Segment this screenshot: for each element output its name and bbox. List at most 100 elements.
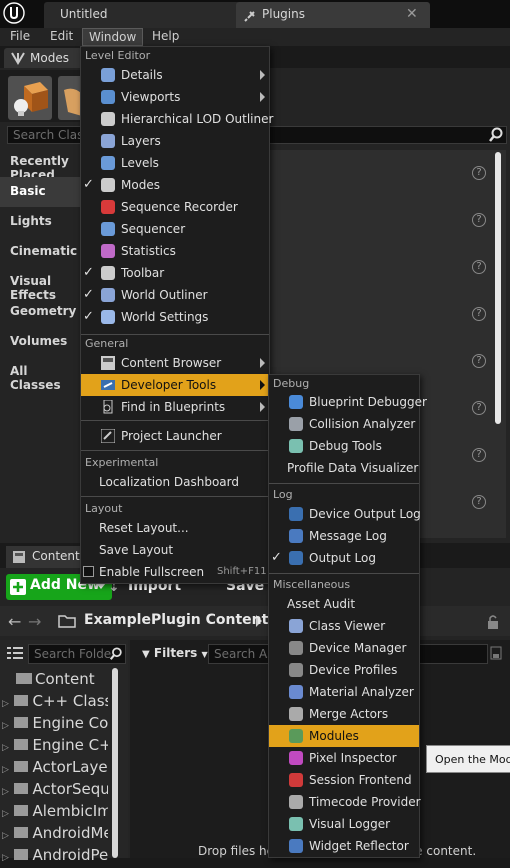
- menu-item-modes[interactable]: ✓ Modes: [81, 174, 269, 196]
- terminal-icon: [289, 551, 303, 565]
- category-recently-placed[interactable]: Recently Placed: [0, 147, 82, 182]
- category-cinematic[interactable]: Cinematic: [0, 237, 82, 267]
- menu-item-save-layout[interactable]: Save Layout: [81, 539, 269, 561]
- tree-item-engine-cpp[interactable]: ▷ Engine C++ Classes: [2, 736, 108, 758]
- category-volumes[interactable]: Volumes: [0, 327, 82, 357]
- menu-item-content-browser[interactable]: Content Browser: [81, 352, 269, 374]
- sources-panel-icon[interactable]: [6, 646, 24, 662]
- record-icon: [101, 200, 115, 214]
- tree-item-content[interactable]: Content: [2, 670, 108, 692]
- menu-item-statistics[interactable]: Statistics: [81, 240, 269, 262]
- tree-item-android-permission[interactable]: ▷ AndroidPermission: [2, 846, 108, 868]
- menu-item-world-settings[interactable]: ✓ World Settings: [81, 306, 269, 328]
- menu-label: Find in Blueprints: [121, 400, 226, 414]
- menu-item-levels[interactable]: Levels: [81, 152, 269, 174]
- help-icon[interactable]: ?: [472, 495, 486, 509]
- menu-item-class-viewer[interactable]: Class Viewer: [269, 615, 419, 637]
- menu-item-message-log[interactable]: Message Log: [269, 525, 419, 547]
- menu-item-merge-actors[interactable]: Merge Actors: [269, 703, 419, 725]
- back-icon[interactable]: ←: [8, 612, 21, 631]
- menu-item-sequencer[interactable]: Sequencer: [81, 218, 269, 240]
- tab-plugins[interactable]: Plugins ✕: [236, 2, 430, 28]
- menu-item-project-launcher[interactable]: Project Launcher: [81, 425, 269, 447]
- menu-item-device-output-log[interactable]: Device Output Log: [269, 503, 421, 525]
- search-folders-input[interactable]: Search Folders: [28, 644, 126, 664]
- tree-item-android-media[interactable]: ▷ AndroidMedia: [2, 824, 108, 846]
- menu-item-device-manager[interactable]: Device Manager: [269, 637, 419, 659]
- toolbar-icon: [101, 266, 115, 280]
- menu-item-details[interactable]: Details: [81, 64, 269, 86]
- menu-edit[interactable]: Edit: [44, 28, 79, 46]
- menu-item-output-log[interactable]: ✓ Output Log: [269, 547, 419, 569]
- paint-mode-button[interactable]: [58, 76, 82, 120]
- scrollbar[interactable]: [112, 668, 118, 858]
- menu-item-asset-audit[interactable]: Asset Audit: [269, 593, 419, 615]
- category-lights[interactable]: Lights: [0, 207, 82, 237]
- menu-item-pixel-inspector[interactable]: Pixel Inspector: [269, 747, 419, 769]
- search-icon[interactable]: [488, 127, 504, 143]
- help-icon[interactable]: ?: [472, 307, 486, 321]
- menu-item-hierarchical-lod-outliner[interactable]: Hierarchical LOD Outliner: [81, 108, 273, 130]
- session-frontend-icon: [289, 773, 303, 787]
- tree-item-alembic[interactable]: ▷ AlembicImporter: [2, 802, 108, 824]
- menu-item-layers[interactable]: Layers: [81, 130, 269, 152]
- tree-label: Engine Content: [32, 714, 108, 732]
- tab-untitled[interactable]: Untitled: [44, 2, 240, 28]
- menu-item-session-frontend[interactable]: Session Frontend: [269, 769, 419, 791]
- menu-item-visual-logger[interactable]: Visual Logger: [269, 813, 419, 835]
- menu-label: Message Log: [309, 529, 387, 543]
- tree-item-actor-sequence[interactable]: ▷ ActorSequence: [2, 780, 108, 802]
- fullscreen-checkbox[interactable]: [83, 566, 94, 577]
- levels-icon: [101, 156, 115, 170]
- menu-item-blueprint-debugger[interactable]: Blueprint Debugger: [269, 391, 427, 413]
- forward-icon[interactable]: →: [28, 612, 41, 631]
- place-mode-button[interactable]: [8, 76, 52, 120]
- section-miscellaneous: Miscellaneous: [273, 578, 351, 591]
- menu-item-timecode-provider[interactable]: Timecode Provider: [269, 791, 421, 813]
- help-icon[interactable]: ?: [472, 448, 486, 462]
- category-all-classes[interactable]: All Classes: [0, 357, 82, 392]
- menu-item-profile-data-visualizer[interactable]: Profile Data Visualizer: [269, 457, 419, 479]
- tree-label: Engine C++ Classes: [32, 736, 108, 754]
- help-icon[interactable]: ?: [472, 354, 486, 368]
- tree-item-cpp-classes[interactable]: ▷ C++ Classes: [2, 692, 108, 714]
- tree-item-engine-content[interactable]: ▷ Engine Content: [2, 714, 108, 736]
- help-icon[interactable]: ?: [472, 260, 486, 274]
- menu-item-viewports[interactable]: Viewports: [81, 86, 269, 108]
- menu-file[interactable]: File: [4, 28, 36, 46]
- category-geometry[interactable]: Geometry: [0, 297, 82, 327]
- menu-item-localization-dashboard[interactable]: Localization Dashboard: [81, 471, 269, 493]
- lock-icon[interactable]: [486, 614, 500, 630]
- tree-item-actor-layer[interactable]: ▷ ActorLayerUtilities: [2, 758, 108, 780]
- menu-label: Modes: [121, 178, 160, 192]
- menu-item-reset-layout[interactable]: Reset Layout...: [81, 517, 269, 539]
- menu-item-find-in-blueprints[interactable]: Find in Blueprints: [81, 396, 269, 418]
- menu-window[interactable]: Window: [82, 28, 144, 46]
- help-icon[interactable]: ?: [472, 213, 486, 227]
- menu-help[interactable]: Help: [146, 28, 185, 46]
- menu-item-world-outliner[interactable]: ✓ World Outliner: [81, 284, 269, 306]
- unreal-logo-icon[interactable]: [3, 2, 25, 24]
- category-basic[interactable]: Basic: [0, 177, 82, 207]
- menu-label: Blueprint Debugger: [309, 395, 427, 409]
- modes-tab[interactable]: Modes: [4, 48, 82, 68]
- breadcrumb[interactable]: ExamplePlugin Content: [84, 612, 268, 628]
- menu-item-widget-reflector[interactable]: Widget Reflector: [269, 835, 419, 857]
- menu-item-enable-fullscreen[interactable]: Enable Fullscreen Shift+F11: [81, 561, 269, 583]
- category-visual-effects[interactable]: Visual Effects: [0, 267, 82, 302]
- help-icon[interactable]: ?: [472, 401, 486, 415]
- menu-item-debug-tools[interactable]: Debug Tools: [269, 435, 419, 457]
- menu-item-toolbar[interactable]: ✓ Toolbar: [81, 262, 269, 284]
- menu-item-collision-analyzer[interactable]: Collision Analyzer: [269, 413, 419, 435]
- save-search-icon[interactable]: [490, 646, 502, 660]
- scrollbar[interactable]: [495, 152, 501, 424]
- menu-item-device-profiles[interactable]: Device Profiles: [269, 659, 419, 681]
- menu-item-material-analyzer[interactable]: Material Analyzer: [269, 681, 419, 703]
- menu-item-modules[interactable]: Modules: [269, 725, 419, 747]
- filters-button[interactable]: ▼ Filters ▼: [142, 646, 208, 660]
- close-icon[interactable]: ✕: [406, 6, 418, 22]
- menu-item-sequence-recorder[interactable]: Sequence Recorder: [81, 196, 269, 218]
- help-icon[interactable]: ?: [472, 166, 486, 180]
- filters-label: Filters: [153, 646, 198, 660]
- menu-item-developer-tools[interactable]: Developer Tools: [81, 374, 269, 396]
